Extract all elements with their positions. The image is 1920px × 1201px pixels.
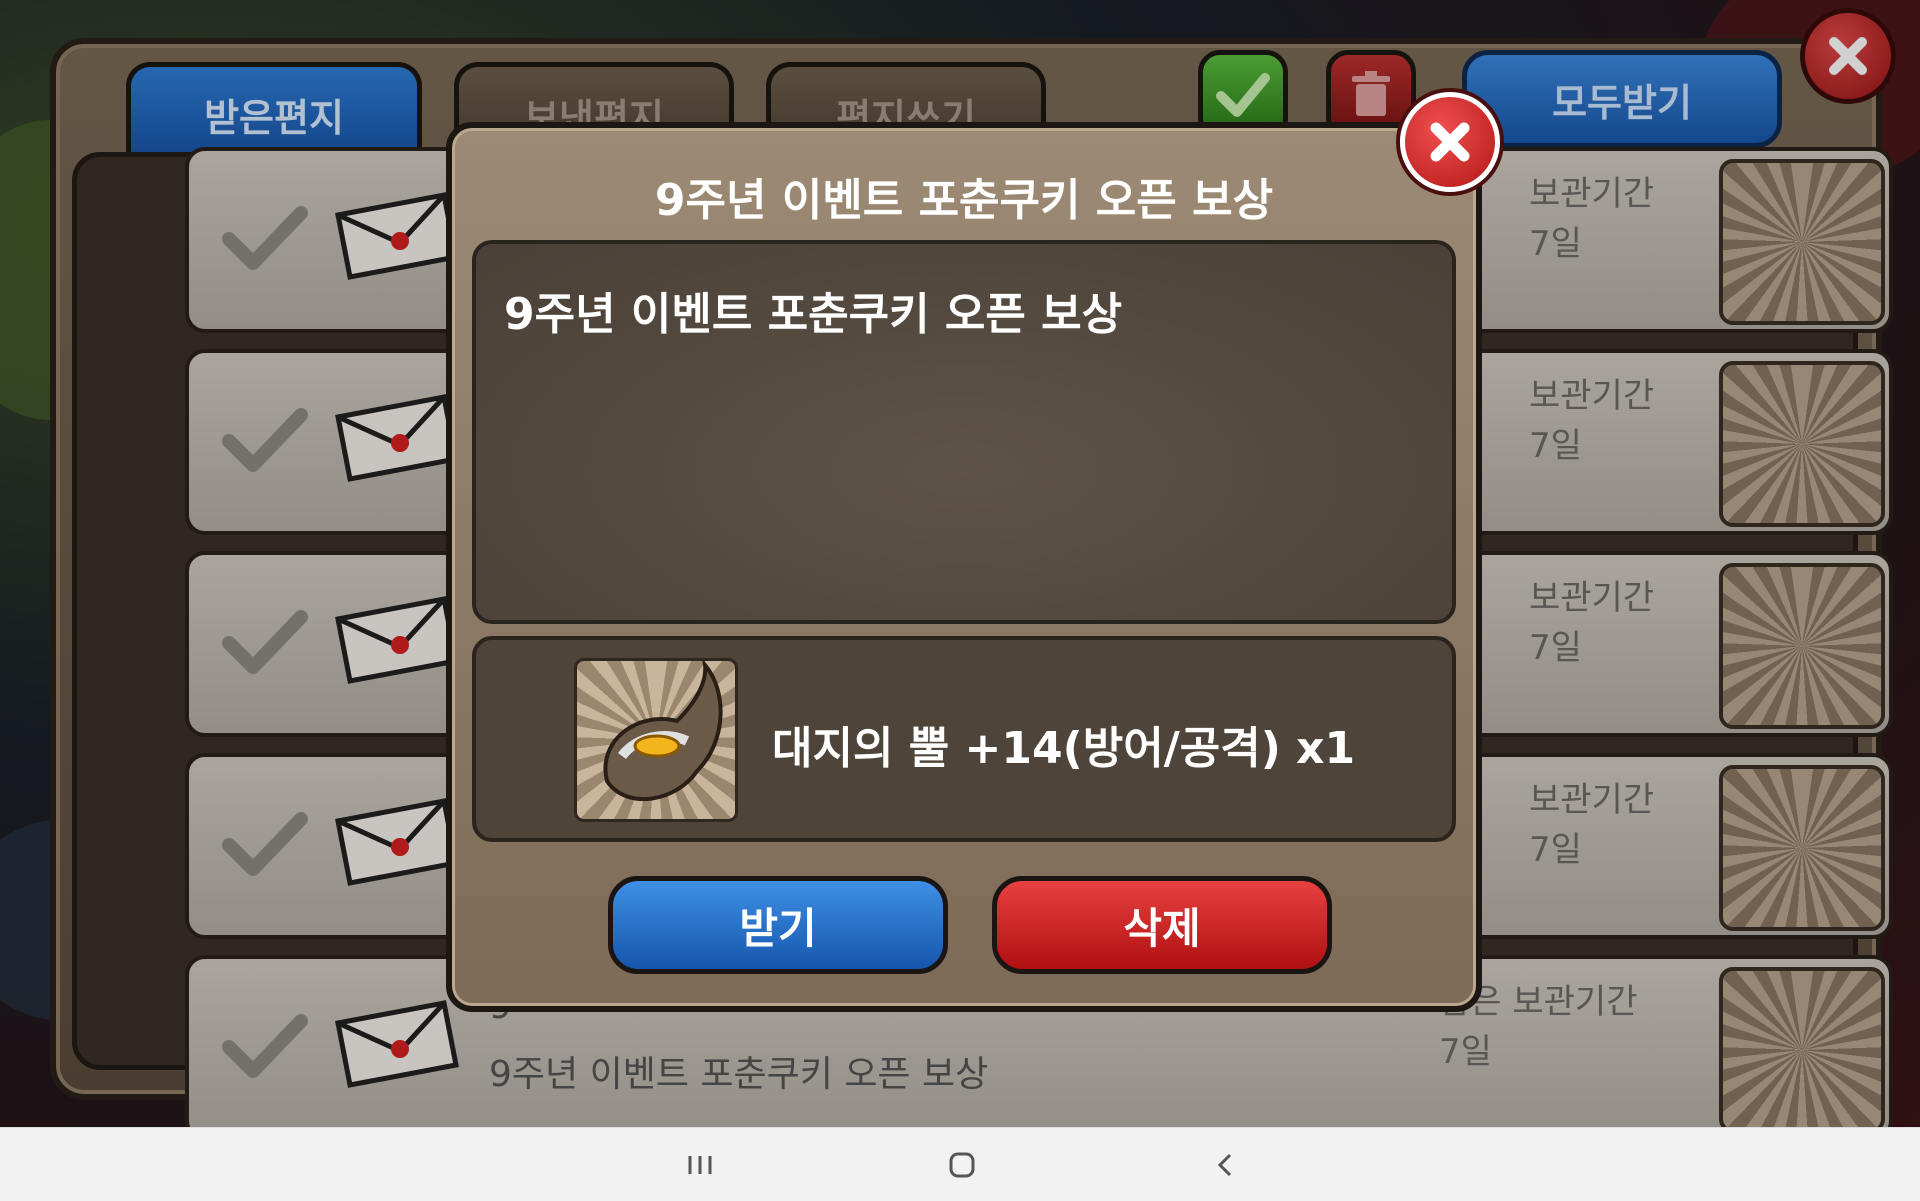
game-background: 받은편지 보낸편지 편지쓰기 모두받기 99 보관기간7일 99 보관기간7일 … bbox=[0, 0, 1920, 1127]
reward-panel: 대지의 뿔 +14(방어/공격) x1 bbox=[472, 636, 1456, 842]
close-icon bbox=[1430, 122, 1470, 162]
system-navigation-bar bbox=[0, 1127, 1920, 1201]
earth-horn-icon bbox=[574, 658, 738, 822]
delete-button[interactable]: 삭제 bbox=[992, 876, 1332, 974]
back-icon[interactable] bbox=[1206, 1150, 1246, 1180]
recent-apps-icon[interactable] bbox=[680, 1150, 720, 1180]
reward-text: 대지의 뿔 +14(방어/공격) x1 bbox=[772, 723, 1356, 774]
dialog-title: 9주년 이벤트 포춘쿠키 오픈 보상 bbox=[654, 175, 1274, 226]
accept-button[interactable]: 받기 bbox=[608, 876, 948, 974]
horn-artwork bbox=[603, 658, 723, 802]
message-body: 9주년 이벤트 포춘쿠키 오픈 보상 bbox=[472, 240, 1456, 624]
message-text: 9주년 이벤트 포춘쿠키 오픈 보상 bbox=[504, 289, 1123, 340]
mail-detail-dialog: 9주년 이벤트 포춘쿠키 오픈 보상 9주년 이벤트 포춘쿠키 오픈 보상 대지… bbox=[446, 122, 1482, 1012]
close-dialog-button[interactable] bbox=[1400, 92, 1500, 192]
home-icon[interactable] bbox=[942, 1150, 982, 1180]
